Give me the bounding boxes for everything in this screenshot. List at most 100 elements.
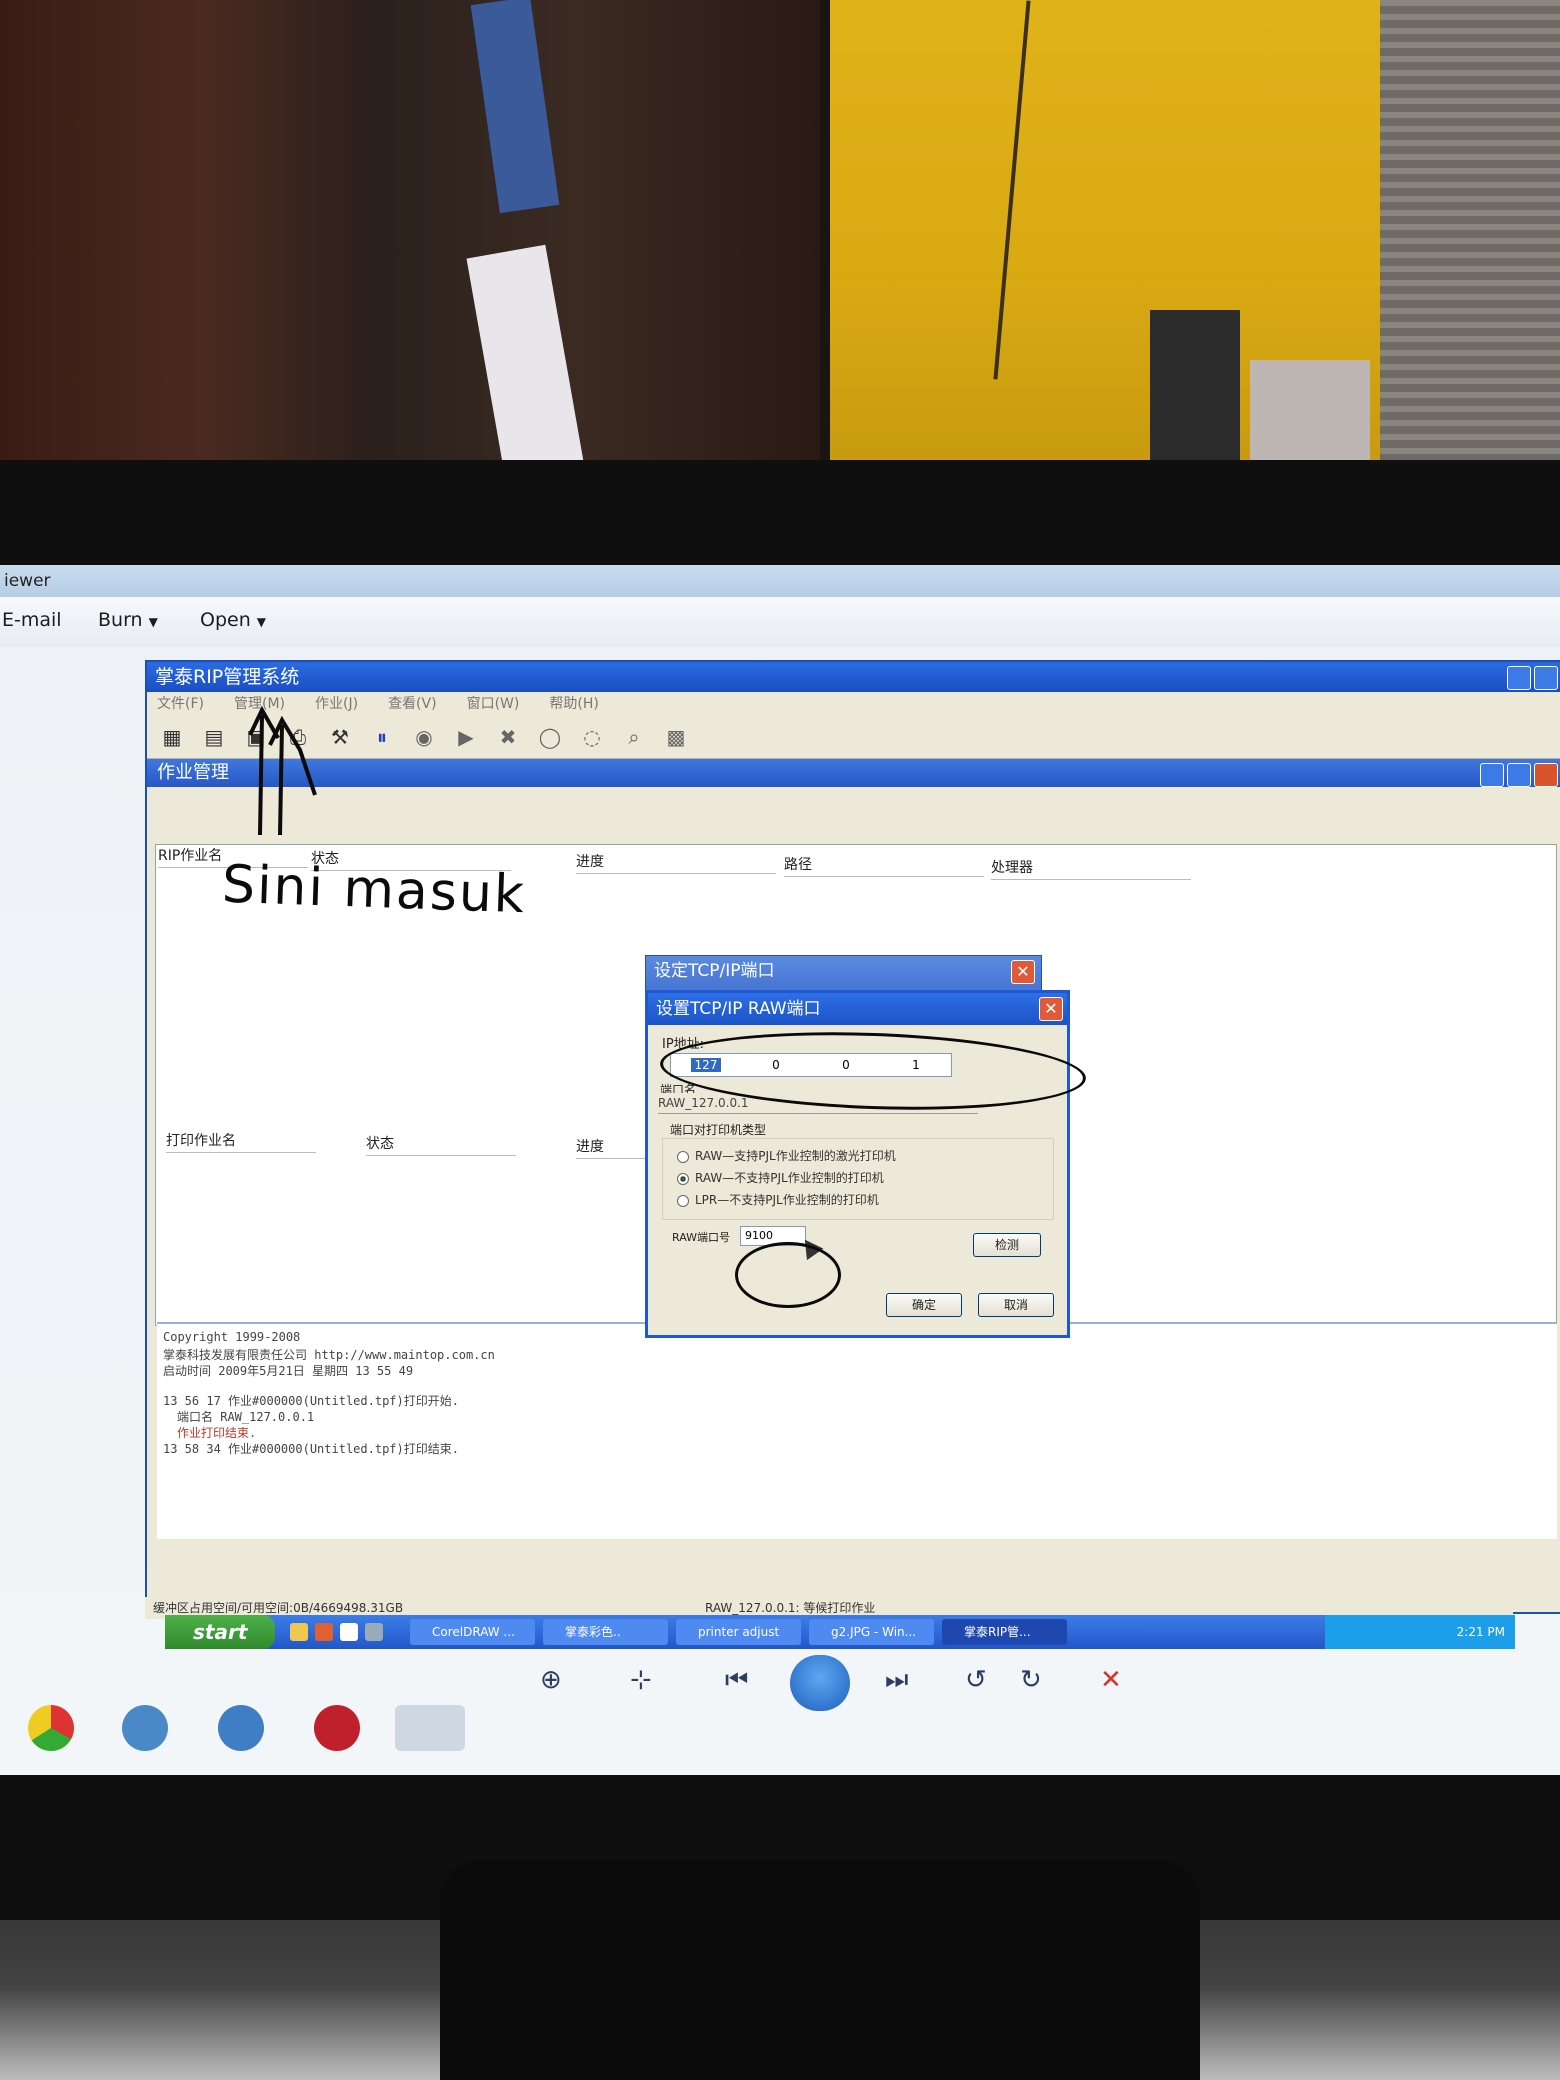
menu-view[interactable]: 查看(V) [388,692,437,716]
image-viewer-icon[interactable] [395,1705,465,1751]
log-line: 作业打印结束. [177,1426,257,1440]
stop-icon[interactable]: ◉ [409,722,439,752]
dark-wall [0,0,820,470]
new-job-icon[interactable]: ▦ [157,722,187,752]
option-label: LPR—不支持PJL作业控制的打印机 [695,1193,879,1207]
handwritten-note: Sini masuk [221,854,528,926]
log-line: 掌泰科技发展有限责任公司 http://www.maintop.com.cn [163,1348,495,1362]
open-menu[interactable]: Open ▼ [200,609,266,631]
log-line: Copyright 1999-2008 [163,1330,301,1344]
open-menu-label: Open [200,609,251,631]
xp-taskbar: start CorelDRAW ... 掌泰彩色.. printer adjus… [165,1615,1515,1649]
quicklaunch-icon[interactable] [290,1623,308,1641]
printer-type-label: 端口对打印机类型 [670,1123,767,1137]
burn-menu-label: Burn [98,609,143,631]
handwritten-arrow-icon [248,705,317,836]
ok-button[interactable]: 确定 [886,1293,962,1317]
refresh-icon[interactable]: ◌ [577,722,607,752]
log-line: 13 56 17 作业#000000(Untitled.tpf)打印开始. [163,1394,459,1408]
monitor-screen: iewer E-mail Burn ▼ Open ▼ 掌泰RIP管理系统 文件(F)… [0,565,1560,1775]
app-icon[interactable] [218,1705,264,1751]
col-rip-path[interactable]: 路径 [784,854,984,877]
log-line: 端口名 RAW_127.0.0.1 [177,1410,315,1424]
radio-button[interactable] [677,1150,689,1163]
log-panel: Copyright 1999-2008 掌泰科技发展有限责任公司 http://… [157,1322,1557,1539]
circle-icon[interactable]: ◯ [535,722,565,752]
task-rip-manager[interactable]: 掌泰RIP管... [942,1619,1067,1645]
system-tray: 2:21 PM [1325,1615,1515,1649]
app-icon[interactable] [314,1705,360,1751]
rip-menu-bar: 文件(F) 管理(M) 作业(J) 查看(V) 窗口(W) 帮助(H) [147,692,1560,716]
dialog-title-bar: 设置TCP/IP RAW端口 ✕ [648,993,1067,1025]
task-coreldraw[interactable]: CorelDRAW ... [410,1619,535,1645]
col-print-status[interactable]: 状态 [366,1133,516,1156]
rip-title-bar: 掌泰RIP管理系统 [147,662,1560,692]
clock: 2:21 PM [1456,1625,1505,1639]
detect-button[interactable]: 检测 [973,1233,1041,1257]
menu-window[interactable]: 窗口(W) [467,692,520,716]
back-dialog-title: 设定TCP/IP端口 [654,961,775,981]
raw-port-label: RAW端口号 [672,1231,730,1244]
chrome-icon[interactable] [28,1705,74,1751]
close-icon[interactable]: ✕ [1039,997,1063,1021]
start-button[interactable]: start [165,1615,275,1649]
rip-window-controls [1507,666,1558,690]
option-label: RAW—支持PJL作业控制的激光打印机 [695,1149,896,1163]
cancel-button[interactable]: 取消 [978,1293,1054,1317]
radio-button[interactable] [677,1194,689,1207]
option-raw-pjl-laser[interactable]: RAW—支持PJL作业控制的激光打印机 [677,1147,896,1164]
printer-type-group: RAW—支持PJL作业控制的激光打印机 RAW—不支持PJL作业控制的打印机 L… [662,1138,1054,1220]
chevron-down-icon: ▼ [256,615,266,629]
maximize-button[interactable] [1507,763,1531,787]
rip-title: 掌泰RIP管理系统 [155,666,300,688]
log-line: 启动时间 2009年5月21日 星期四 13 55 49 [163,1364,414,1378]
task-printer-adjust[interactable]: printer adjust [676,1619,801,1645]
rip-toolbar: ▦ ▤ ▣ ⎙ ⚒ ⏸ ◉ ▶ ✖ ◯ ◌ ⌕ ▩ [147,716,1560,759]
col-print-job-name[interactable]: 打印作业名 [166,1130,316,1153]
minimize-button[interactable] [1507,666,1531,690]
delete-icon[interactable]: ✖ [493,722,523,752]
roller-shutter [1380,0,1560,470]
radio-button-selected[interactable] [677,1172,689,1185]
room-background [0,0,1560,470]
task-color[interactable]: 掌泰彩色.. [543,1619,668,1645]
menu-file[interactable]: 文件(F) [157,692,204,716]
quicklaunch-icon[interactable] [365,1623,383,1641]
email-menu-label: E-mail [2,609,62,631]
quicklaunch-icon[interactable] [340,1623,358,1641]
close-icon[interactable]: ✕ [1011,960,1035,984]
document-icon[interactable]: ▤ [199,722,229,752]
job-manager-title-bar: 作业管理 [147,759,1560,787]
viewer-menu-bar: E-mail Burn ▼ Open ▼ [0,597,1560,647]
option-lpr-no-pjl[interactable]: LPR—不支持PJL作业控制的打印机 [677,1191,879,1208]
maximize-button[interactable] [1534,666,1558,690]
burn-menu[interactable]: Burn ▼ [98,609,158,631]
log-line: 13 58 34 作业#000000(Untitled.tpf)打印结束. [163,1442,459,1456]
option-label: RAW—不支持PJL作业控制的打印机 [695,1171,884,1185]
monitor-stand [440,1860,1200,2080]
win7-taskbar [0,1665,1560,1775]
port-annotation-ellipse [735,1242,841,1308]
col-rip-progress[interactable]: 进度 [576,851,776,874]
close-button[interactable] [1534,763,1558,787]
col-rip-processor[interactable]: 处理器 [991,857,1191,880]
wall-device [1150,310,1240,470]
menu-help[interactable]: 帮助(H) [549,692,598,716]
zoom-icon[interactable]: ⌕ [619,722,649,752]
tissue-box [1250,360,1370,470]
buffer-status: 缓冲区占用空间/可用空间:0B/4669498.31GB [153,1601,404,1615]
option-raw-no-pjl[interactable]: RAW—不支持PJL作业控制的打印机 [677,1169,884,1186]
app-icon[interactable] [122,1705,168,1751]
job-window-controls [1480,763,1558,787]
email-menu[interactable]: E-mail [2,609,62,631]
pause-icon[interactable]: ⏸ [367,722,397,752]
dialog-title: 设置TCP/IP RAW端口 [656,999,821,1019]
chevron-down-icon: ▼ [148,615,158,629]
minimize-button[interactable] [1480,763,1504,787]
play-icon[interactable]: ▶ [451,722,481,752]
task-image-viewer[interactable]: g2.JPG - Win... [809,1619,934,1645]
quicklaunch-icon[interactable] [315,1623,333,1641]
viewer-window-title: iewer [0,565,1560,597]
settings-icon[interactable]: ▩ [661,722,691,752]
job-manager-title: 作业管理 [157,762,229,783]
